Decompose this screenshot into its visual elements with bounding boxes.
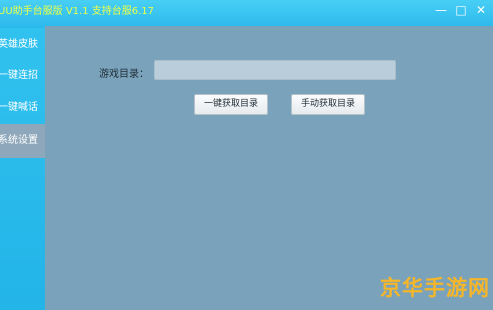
maximize-icon[interactable]: □ (451, 2, 471, 18)
auto-detect-dir-button[interactable]: 一键获取目录 (194, 94, 268, 115)
sidebar-item-settings[interactable]: 系统设置 (0, 124, 45, 158)
minimize-icon[interactable]: — (431, 2, 451, 18)
window-title: UU助手台服版 V1.1 支持台服6.17 (0, 6, 155, 17)
sidebar: 英雄皮肤 一键连招 一键喊话 系统设置 (0, 28, 45, 310)
sidebar-item-combo[interactable]: 一键连招 (0, 59, 45, 93)
sidebar-item-hero-skins[interactable]: 英雄皮肤 (0, 28, 45, 62)
app-window: UU助手台服版 V1.1 支持台服6.17 — □ ✕ 英雄皮肤 一键连招 一键… (0, 0, 493, 310)
close-icon[interactable]: ✕ (471, 2, 491, 18)
game-dir-input[interactable] (154, 60, 396, 80)
watermark-logo: 京华手游网 (380, 276, 490, 300)
game-dir-label: 游戏目录： (99, 69, 149, 80)
manual-detect-dir-button[interactable]: 手动获取目录 (291, 94, 365, 115)
settings-panel: 游戏目录： 一键获取目录 手动获取目录 (45, 26, 493, 310)
sidebar-item-shout[interactable]: 一键喊话 (0, 91, 45, 125)
title-bar[interactable]: UU助手台服版 V1.1 支持台服6.17 — □ ✕ (0, 0, 493, 28)
